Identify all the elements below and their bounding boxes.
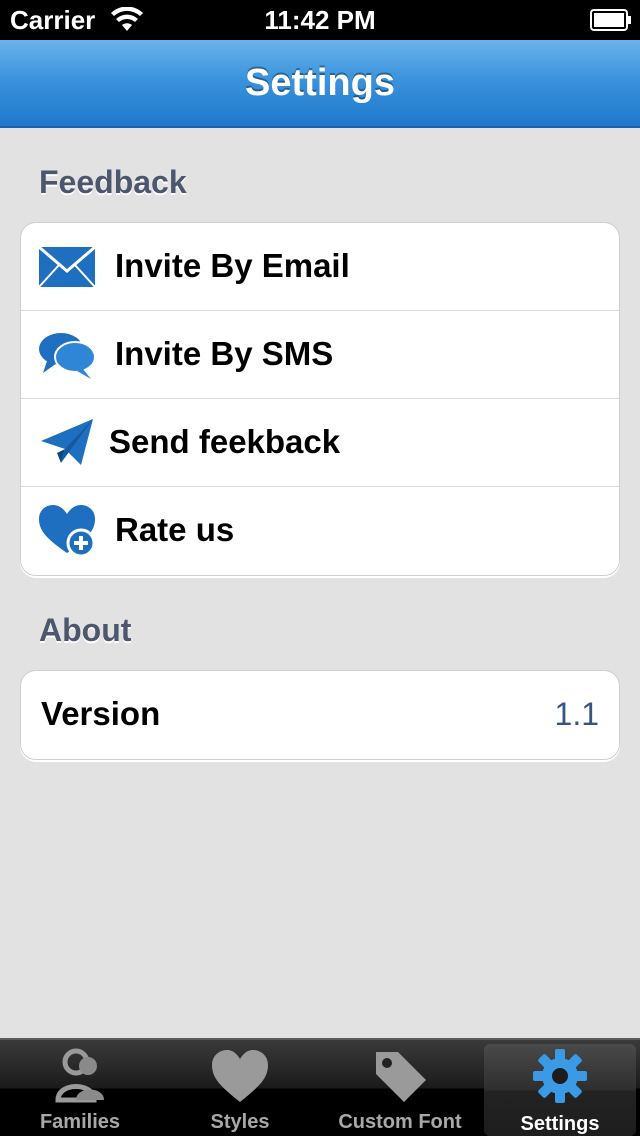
status-time: 11:42 PM: [264, 5, 376, 35]
invite-by-email-row[interactable]: Invite By Email: [21, 223, 619, 311]
send-feedback-row[interactable]: Send feekback: [21, 399, 619, 487]
tag-icon: [376, 1052, 426, 1102]
section-header-feedback: Feedback: [39, 164, 187, 200]
version-row: Version 1.1: [21, 671, 619, 759]
tab-settings-label: Settings: [520, 1113, 600, 1135]
tab-bar: Families Styles Custom Font Settings: [0, 1038, 640, 1136]
status-bar: Carrier 11:42 PM: [0, 0, 640, 40]
send-feedback-label: Send feekback: [109, 423, 341, 460]
chat-bubbles-icon: [39, 333, 96, 379]
invite-by-sms-row[interactable]: Invite By SMS: [21, 311, 619, 399]
section-header-about: About: [39, 612, 132, 648]
rate-us-row[interactable]: Rate us: [21, 487, 619, 575]
heart-icon: [212, 1050, 268, 1102]
tab-styles-label: Styles: [210, 1111, 270, 1133]
invite-by-sms-label: Invite By SMS: [115, 335, 334, 372]
tab-styles[interactable]: Styles: [160, 1040, 320, 1136]
rate-us-label: Rate us: [115, 511, 235, 548]
gear-icon: [533, 1049, 587, 1103]
heart-plus-icon: [39, 505, 96, 558]
people-icon: [55, 1048, 104, 1103]
about-group: Version 1.1: [20, 670, 620, 760]
envelope-icon: [38, 245, 96, 288]
feedback-group: Invite By Email Invite By SMS Send feekb…: [20, 222, 620, 576]
tab-families-label: Families: [39, 1111, 121, 1133]
version-value: 1.1: [554, 696, 599, 732]
page-title: Settings: [245, 62, 395, 104]
version-label: Version: [41, 695, 161, 732]
battery-icon: [590, 9, 631, 31]
tab-families[interactable]: Families: [0, 1040, 160, 1136]
navigation-bar: Settings: [0, 40, 640, 128]
paper-plane-icon: [41, 419, 93, 465]
invite-by-email-label: Invite By Email: [115, 247, 350, 284]
tab-custom-font-label: Custom Font: [338, 1111, 462, 1133]
tab-custom-font[interactable]: Custom Font: [320, 1040, 480, 1136]
tab-settings[interactable]: Settings: [484, 1044, 636, 1136]
